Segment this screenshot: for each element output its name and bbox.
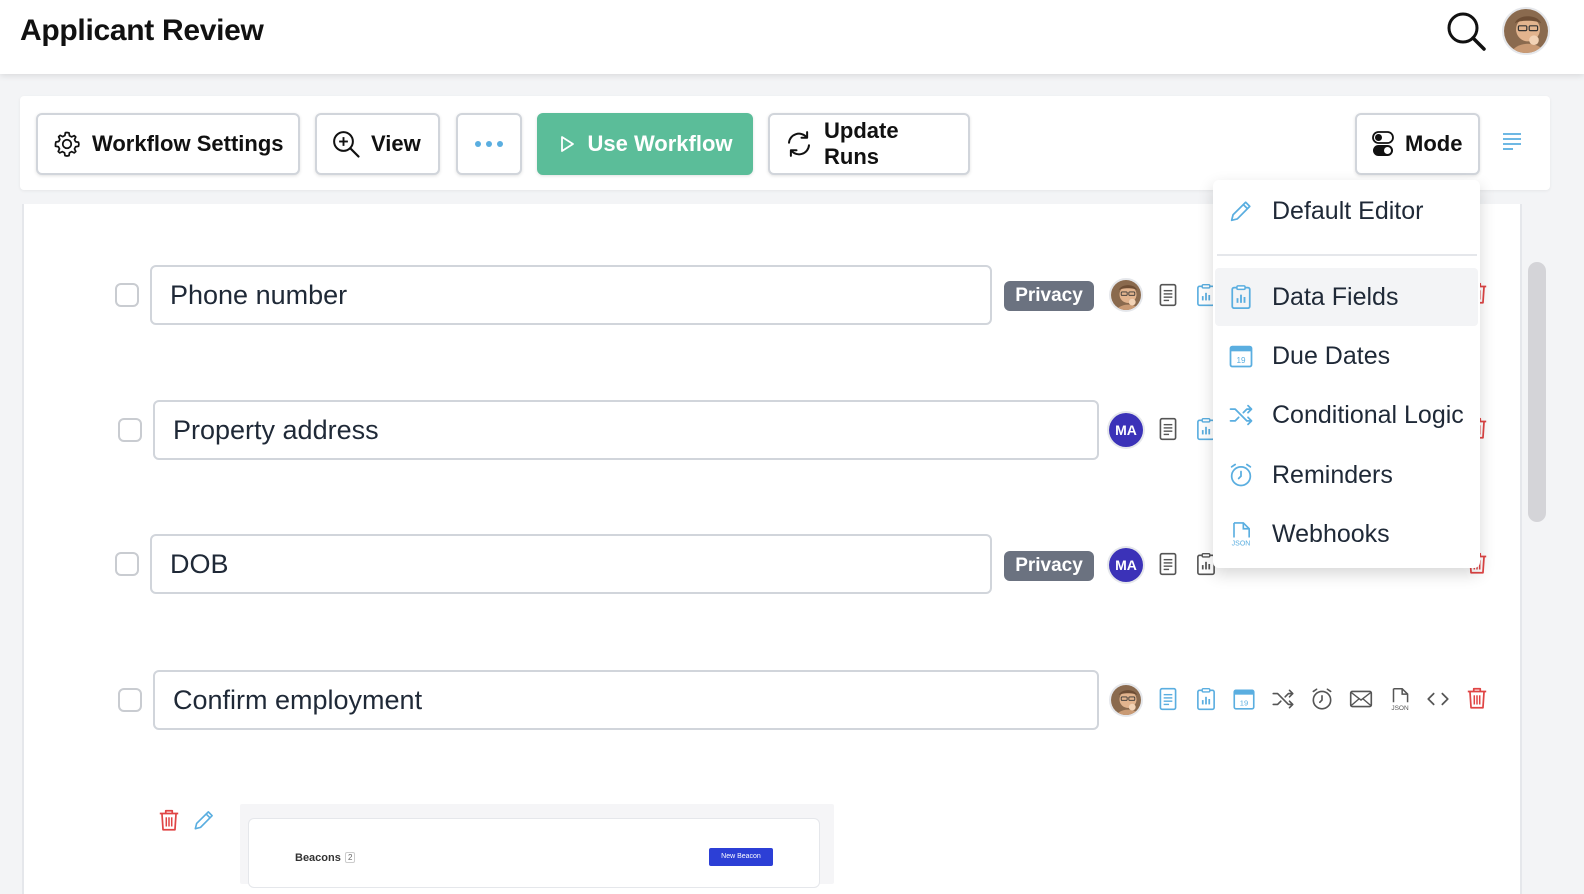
- pencil-icon: [1227, 197, 1255, 225]
- document-icon[interactable]: [1155, 551, 1181, 577]
- row-checkbox[interactable]: [115, 552, 139, 576]
- user-avatar[interactable]: [1502, 7, 1550, 55]
- mode-button[interactable]: Mode: [1355, 113, 1480, 175]
- menu-item-label: Conditional Logic: [1272, 400, 1464, 429]
- menu-item-label: Due Dates: [1272, 341, 1391, 370]
- refresh-icon: [788, 131, 810, 157]
- menu-item-label: Default Editor: [1272, 196, 1424, 225]
- json-file-icon[interactable]: [1387, 686, 1413, 712]
- app-header: Applicant Review: [0, 0, 1584, 74]
- row-checkbox[interactable]: [115, 283, 139, 307]
- menu-item-conditional-logic[interactable]: Conditional Logic: [1215, 386, 1478, 444]
- step-label-field[interactable]: DOB: [150, 534, 992, 594]
- update-runs-button[interactable]: Update Runs: [768, 113, 970, 175]
- workflow-settings-label: Workflow Settings: [92, 131, 284, 156]
- mode-label: Mode: [1405, 131, 1463, 156]
- trash-icon[interactable]: [156, 807, 182, 833]
- clipboard-chart-icon: [1227, 283, 1255, 311]
- use-workflow-label: Use Workflow: [587, 131, 733, 156]
- menu-item-webhooks[interactable]: Webhooks: [1215, 505, 1478, 563]
- update-runs-label: Update Runs: [824, 118, 899, 169]
- alarm-clock-icon[interactable]: [1309, 686, 1335, 712]
- document-icon[interactable]: [1155, 686, 1181, 712]
- list-lines-icon[interactable]: [1500, 128, 1524, 152]
- search-icon[interactable]: [1444, 9, 1488, 53]
- trash-icon[interactable]: [1464, 685, 1490, 711]
- step-label-field[interactable]: Property address: [153, 400, 1099, 460]
- assignee-initials-badge[interactable]: MA: [1109, 413, 1143, 447]
- calendar-icon[interactable]: [1231, 686, 1257, 712]
- scrollbar[interactable]: [1528, 262, 1546, 522]
- workflow-settings-button[interactable]: Workflow Settings: [36, 113, 300, 175]
- assignee-avatar[interactable]: [1109, 683, 1143, 717]
- page-title: Applicant Review: [20, 14, 264, 47]
- menu-item-label: Reminders: [1272, 460, 1393, 489]
- menu-item-label: Data Fields: [1272, 282, 1399, 311]
- code-icon[interactable]: [1425, 686, 1451, 712]
- pencil-icon[interactable]: [191, 807, 217, 833]
- menu-item-due-dates[interactable]: Due Dates: [1215, 327, 1478, 385]
- play-icon: [561, 136, 575, 152]
- more-options-button[interactable]: [456, 113, 522, 175]
- embedded-title: Beacons: [295, 852, 341, 864]
- calendar-icon: [1227, 342, 1255, 370]
- privacy-badge: Privacy: [1004, 551, 1094, 581]
- ellipsis-icon: [475, 141, 503, 147]
- document-icon[interactable]: [1155, 282, 1181, 308]
- gear-icon: [54, 131, 80, 157]
- step-label-field[interactable]: Phone number: [150, 265, 992, 325]
- mode-dropdown-menu: Default Editor Data Fields Due Dates Con…: [1213, 180, 1480, 568]
- use-workflow-button[interactable]: Use Workflow: [537, 113, 753, 175]
- menu-item-default-editor[interactable]: Default Editor: [1215, 182, 1478, 240]
- menu-item-label: Webhooks: [1272, 519, 1390, 548]
- menu-item-reminders[interactable]: Reminders: [1215, 446, 1478, 504]
- toggle-icon: [1372, 131, 1394, 156]
- view-button[interactable]: View: [315, 113, 440, 175]
- assignee-initials-badge[interactable]: MA: [1109, 548, 1143, 582]
- embedded-count: 2: [345, 852, 356, 863]
- embedded-new-button: New Beacon: [709, 848, 773, 866]
- menu-item-data-fields[interactable]: Data Fields: [1215, 268, 1478, 326]
- view-label: View: [371, 131, 421, 156]
- embedded-screenshot: Beacons 2 New Beacon: [240, 804, 834, 888]
- shuffle-icon: [1227, 401, 1255, 429]
- document-icon[interactable]: [1155, 416, 1181, 442]
- embedded-card: Beacons 2 New Beacon: [248, 818, 820, 888]
- json-file-icon: [1227, 520, 1255, 548]
- alarm-clock-icon: [1227, 461, 1255, 489]
- zoom-in-icon: [333, 131, 360, 158]
- row-checkbox[interactable]: [118, 688, 142, 712]
- row-checkbox[interactable]: [118, 418, 142, 442]
- data-fields-icon[interactable]: [1193, 686, 1219, 712]
- privacy-badge: Privacy: [1004, 281, 1094, 311]
- menu-divider: [1217, 254, 1477, 256]
- shuffle-icon[interactable]: [1270, 686, 1296, 712]
- workflow-toolbar: Workflow Settings View Use Workflow Upda…: [20, 96, 1550, 190]
- mail-icon[interactable]: [1348, 686, 1374, 712]
- step-label-field[interactable]: Confirm employment: [153, 670, 1099, 730]
- assignee-avatar[interactable]: [1109, 278, 1143, 312]
